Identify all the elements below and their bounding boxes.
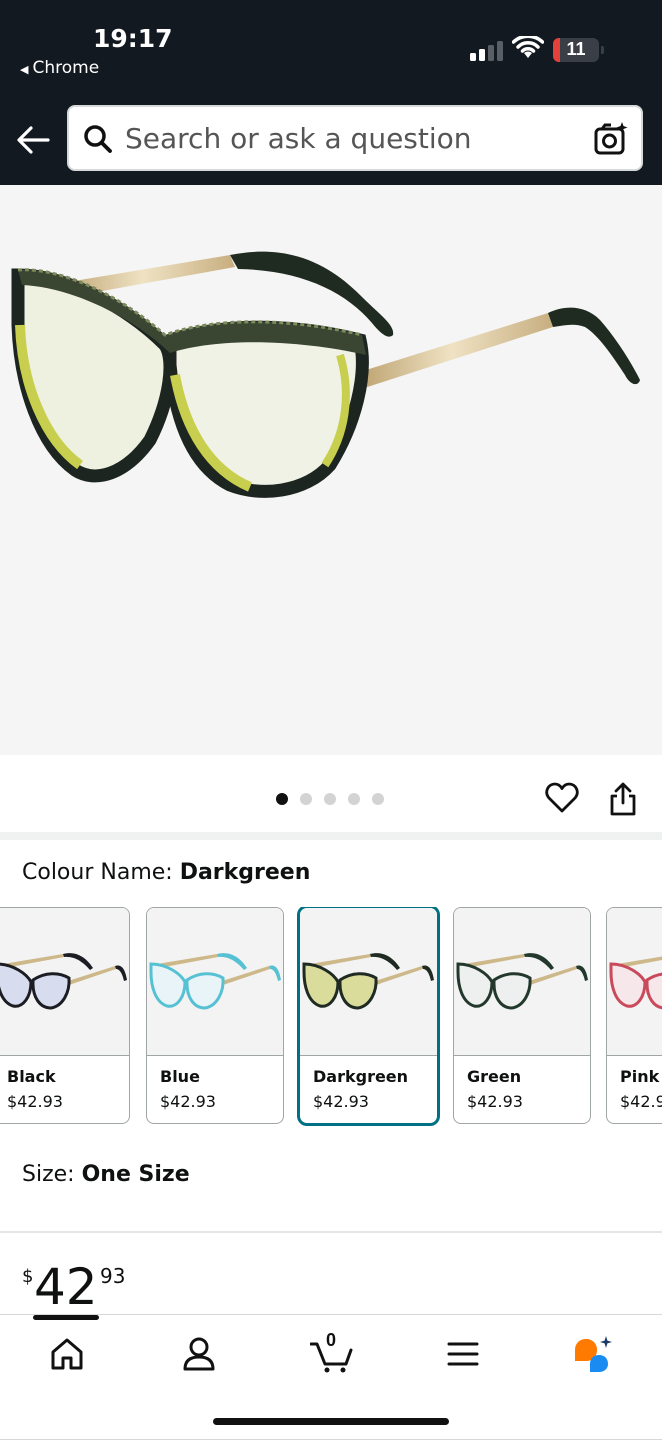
search-input[interactable]	[125, 117, 575, 159]
active-tab-indicator	[33, 1315, 99, 1320]
size-label: Size: One Size	[22, 1162, 190, 1187]
colour-swatch-list: Black $42.93 Blue $42.93 Darkgreen $42.9…	[0, 907, 662, 1127]
glasses-right-lens	[645, 972, 662, 1010]
swatch-colour-name: Black	[7, 1067, 56, 1086]
size-value: One Size	[81, 1162, 190, 1187]
colour-swatch-darkgreen[interactable]: Darkgreen $42.93	[297, 907, 440, 1126]
battery-indicator: 11	[553, 38, 604, 62]
account-icon[interactable]	[179, 1334, 219, 1374]
glasses-left-lens	[0, 962, 33, 1008]
gallery-controls	[0, 755, 662, 833]
colour-swatch-pink[interactable]: Pink $42.9	[606, 907, 662, 1124]
back-to-app-link[interactable]: ◀ Chrome	[20, 58, 99, 78]
swatch-image	[607, 908, 662, 1056]
home-indicator-bar	[213, 1418, 449, 1425]
glasses-left-lens	[302, 962, 340, 1008]
battery-percent: 11	[566, 39, 586, 59]
section-divider	[0, 1231, 662, 1233]
glasses-right-lens	[31, 972, 71, 1010]
wifi-icon	[512, 36, 544, 58]
swatch-colour-name: Pink	[620, 1067, 660, 1086]
magnifier-icon	[84, 125, 112, 153]
swatch-image	[300, 908, 437, 1056]
glasses-left-lens	[456, 962, 494, 1008]
carousel-dot[interactable]	[348, 793, 360, 805]
carousel-dot[interactable]	[300, 793, 312, 805]
colour-swatch-black[interactable]: Black $42.93	[0, 907, 130, 1124]
swatch-price: $42.93	[160, 1092, 216, 1111]
glasses-right-lens	[338, 972, 378, 1010]
heart-icon[interactable]	[545, 782, 579, 814]
glasses-near-earpiece	[269, 965, 281, 981]
price-fraction: 93	[100, 1264, 126, 1288]
selected-colour-name: Darkgreen	[179, 860, 311, 885]
glasses-right-lens	[185, 972, 225, 1010]
cart-count-badge: 0	[326, 1330, 337, 1350]
size-label-prefix: Size:	[22, 1162, 82, 1187]
carousel-dot[interactable]	[372, 793, 384, 805]
status-time: 19:17	[93, 24, 173, 53]
swatch-colour-name: Darkgreen	[313, 1067, 409, 1086]
share-icon[interactable]	[608, 781, 638, 817]
swatch-price: $42.93	[7, 1092, 63, 1111]
back-arrow-icon[interactable]	[16, 124, 50, 156]
menu-icon[interactable]	[443, 1334, 483, 1374]
back-triangle-icon: ◀	[20, 63, 29, 76]
battery-nub	[601, 46, 604, 54]
swatch-image	[454, 908, 590, 1056]
rufus-assistant-icon[interactable]	[572, 1334, 612, 1374]
glasses-far-earpiece	[524, 953, 554, 970]
swatch-price: $42.9	[620, 1092, 662, 1111]
glasses-far-earpiece	[370, 953, 400, 970]
search-bar[interactable]	[67, 105, 643, 171]
glasses-near-earpiece	[422, 965, 434, 981]
carousel-dot[interactable]	[276, 793, 288, 805]
glasses-near-earpiece	[576, 965, 588, 981]
swatch-colour-name: Green	[467, 1067, 522, 1086]
colour-swatch-blue[interactable]: Blue $42.93	[146, 907, 284, 1124]
back-app-label: Chrome	[32, 58, 100, 78]
camera-lens-icon[interactable]	[593, 121, 629, 157]
carousel-dot[interactable]	[324, 793, 336, 805]
glasses-far-earpiece	[63, 953, 93, 970]
swatch-colour-name: Blue	[160, 1067, 200, 1086]
section-divider	[0, 832, 662, 840]
glasses-left-lens	[609, 962, 647, 1008]
swatch-price: $42.93	[313, 1092, 369, 1111]
swatch-image	[0, 908, 129, 1056]
glasses-right-lens	[492, 972, 532, 1010]
glasses-far-earpiece	[217, 953, 247, 970]
glasses-left-lens	[149, 962, 187, 1008]
home-icon[interactable]	[47, 1334, 87, 1374]
price-currency: $	[22, 1266, 34, 1287]
product-image-gallery[interactable]	[0, 185, 662, 755]
colour-swatch-green[interactable]: Green $42.93	[453, 907, 591, 1124]
top-header: 19:17 ◀ Chrome 11	[0, 0, 662, 185]
colour-name-label: Colour Name: Darkgreen	[22, 860, 310, 885]
cellular-signal-icon	[470, 41, 503, 61]
colour-label-prefix: Colour Name:	[22, 860, 180, 885]
glasses-near-earpiece	[115, 965, 127, 981]
swatch-price: $42.93	[467, 1092, 523, 1111]
carousel-dots[interactable]	[276, 793, 384, 805]
swatch-image	[147, 908, 283, 1056]
price-whole: 42	[34, 1258, 98, 1316]
product-image	[11, 251, 640, 498]
